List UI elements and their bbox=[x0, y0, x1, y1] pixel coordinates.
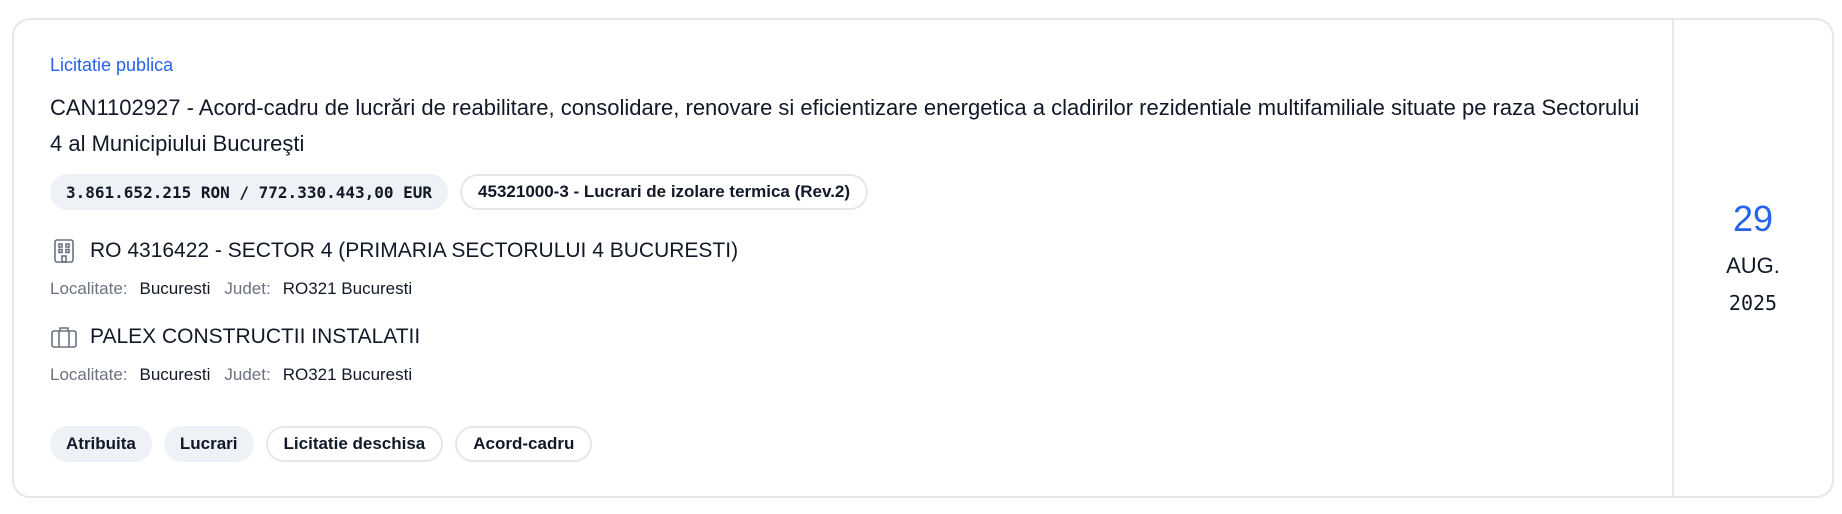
tag-contract-type[interactable]: Acord-cadru bbox=[455, 426, 593, 462]
supplier-row: PALEX CONSTRUCTII INSTALATII bbox=[50, 322, 1640, 352]
tender-card[interactable]: Licitatie publica CAN1102927 - Acord-cad… bbox=[12, 18, 1834, 498]
procedure-type: Licitatie publica bbox=[50, 55, 174, 75]
supplier-meta: Localitate: Bucuresti Judet: RO321 Bucur… bbox=[50, 360, 1640, 390]
tag-procedure[interactable]: Licitatie deschisa bbox=[265, 426, 444, 462]
authority-meta: Localitate: Bucuresti Judet: RO321 Bucur… bbox=[50, 274, 1640, 304]
cpv-chip: 45321000-3 - Lucrari de izolare termica … bbox=[460, 174, 869, 210]
value-chip: 3.861.652.215 RON / 772.330.443,00 EUR bbox=[50, 174, 449, 210]
date-panel: 29 AUG. 2025 bbox=[1672, 20, 1832, 496]
building-icon bbox=[50, 237, 78, 265]
localitate-value: Bucuresti bbox=[139, 365, 211, 384]
localitate-label: Localitate: bbox=[50, 279, 128, 298]
judet-value: RO321 Bucuresti bbox=[282, 279, 413, 298]
localitate-value: Bucuresti bbox=[139, 279, 211, 298]
tender-title[interactable]: CAN1102927 - Acord-cadru de lucrări de r… bbox=[50, 90, 1640, 162]
tag-row: Atribuita Lucrari Licitatie deschisa Aco… bbox=[50, 426, 593, 462]
date-day: 29 bbox=[1732, 198, 1774, 239]
judet-value: RO321 Bucuresti bbox=[282, 365, 413, 384]
value-chip-row: 3.861.652.215 RON / 772.330.443,00 EUR 4… bbox=[50, 174, 1640, 210]
localitate-label: Localitate: bbox=[50, 365, 128, 384]
judet-label: Judet: bbox=[224, 279, 271, 298]
briefcase-icon bbox=[50, 323, 78, 351]
date-year: 2025 bbox=[1728, 291, 1778, 315]
authority-row: RO 4316422 - SECTOR 4 (PRIMARIA SECTORUL… bbox=[50, 236, 1640, 266]
judet-label: Judet: bbox=[224, 365, 271, 384]
date-month: AUG. bbox=[1726, 253, 1780, 278]
tag-status[interactable]: Atribuita bbox=[50, 426, 152, 462]
tag-category[interactable]: Lucrari bbox=[163, 426, 254, 462]
authority-name[interactable]: RO 4316422 - SECTOR 4 (PRIMARIA SECTORUL… bbox=[90, 239, 738, 263]
supplier-name[interactable]: PALEX CONSTRUCTII INSTALATII bbox=[90, 325, 420, 349]
tender-main: Licitatie publica CAN1102927 - Acord-cad… bbox=[14, 20, 1676, 496]
